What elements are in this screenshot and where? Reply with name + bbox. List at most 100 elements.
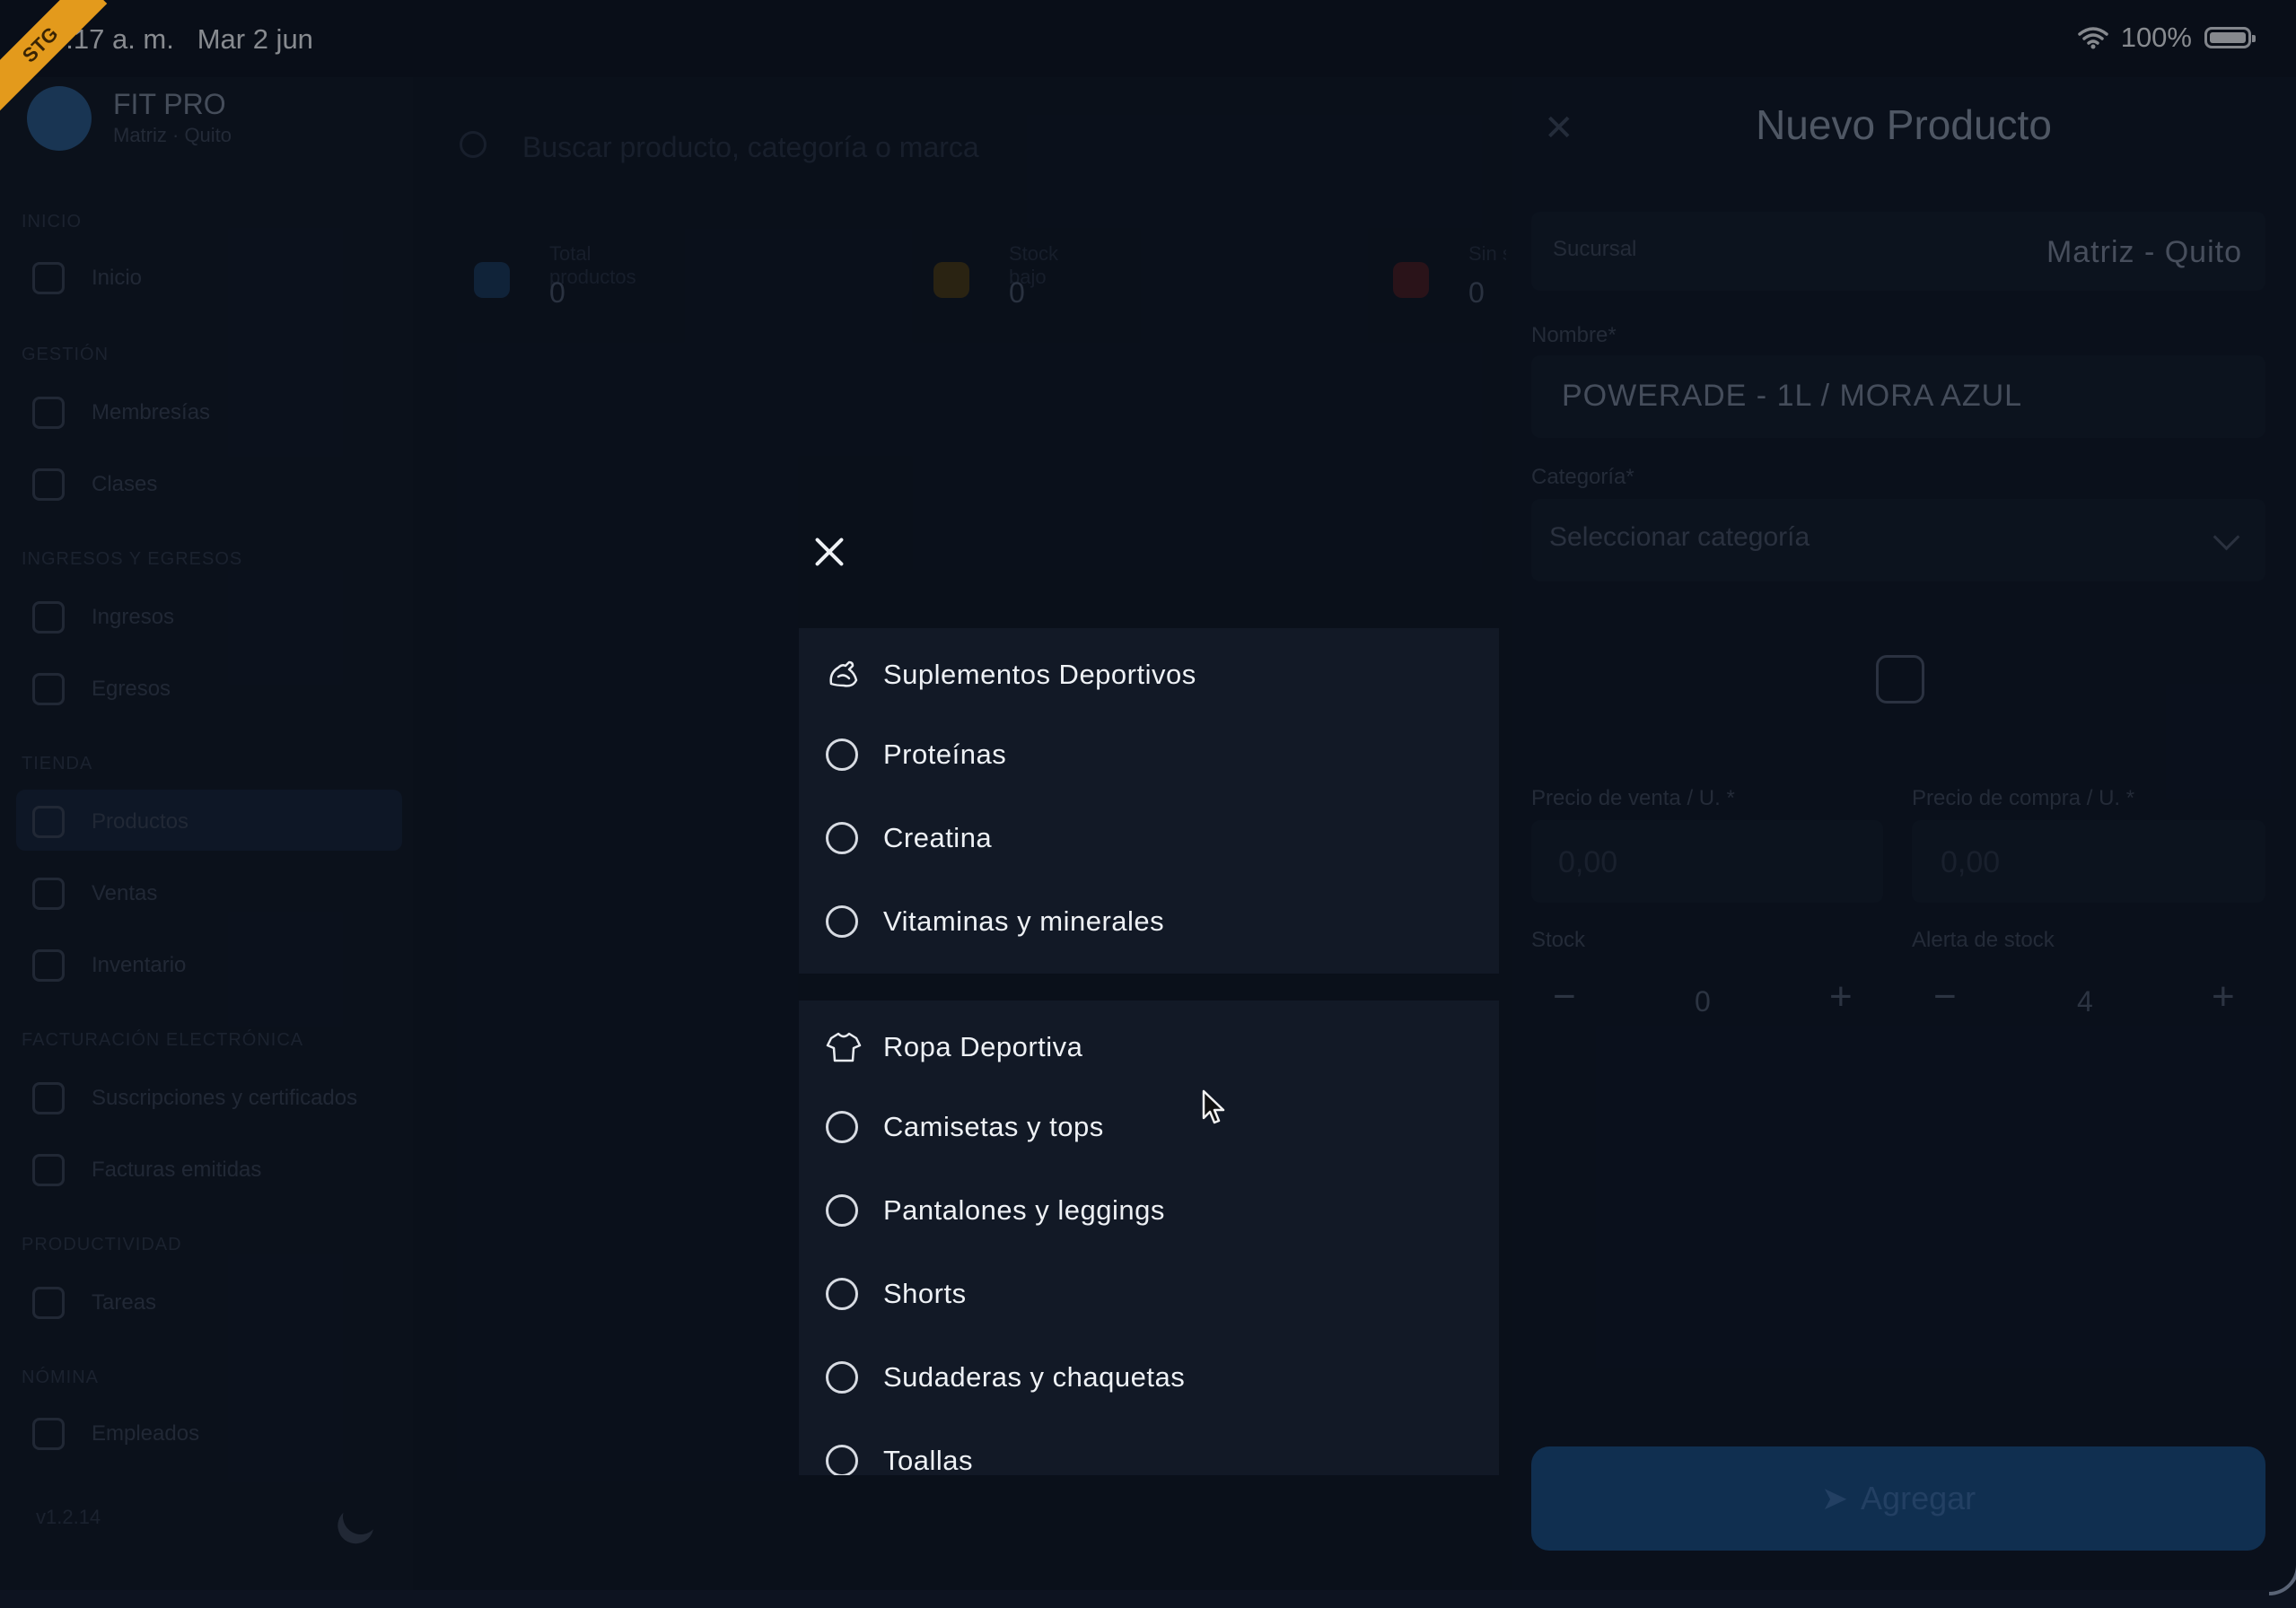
category-option[interactable]: Toallas (799, 1419, 1499, 1475)
sidebar-item-empleados[interactable]: Empleados (32, 1418, 199, 1450)
category-option-label: Camisetas y tops (883, 1110, 1104, 1142)
category-option[interactable]: Creatina (799, 796, 1499, 879)
category-option[interactable]: Pantalones y leggings (799, 1168, 1499, 1252)
alerta-stock-label: Alerta de stock (1912, 928, 2055, 952)
radio-unchecked-icon[interactable] (826, 1277, 858, 1310)
stat-value: 0 (1009, 276, 1025, 309)
shirt-icon (826, 1032, 862, 1062)
sidebar-item-label: Ingresos (92, 605, 175, 629)
stock-increment-button[interactable]: + (1829, 974, 1853, 1019)
radio-unchecked-icon[interactable] (826, 821, 858, 854)
sucursal-value: Matriz - Quito (2046, 235, 2242, 269)
category-option-label: Vitaminas y minerales (883, 904, 1165, 937)
sidebar-item-label: Clases (92, 472, 158, 496)
sidebar-item-label: Membresías (92, 400, 211, 424)
inventory-icon (32, 949, 65, 982)
dollar-icon (32, 601, 65, 634)
panel-title: Nuevo Producto (1756, 101, 2052, 148)
category-option[interactable]: Camisetas y tops (799, 1085, 1499, 1168)
alerta-decrement-button[interactable]: − (1933, 974, 1957, 1019)
sidebar-item-inventario[interactable]: Inventario (32, 949, 186, 982)
sidebar-item-egresos[interactable]: Egresos (32, 673, 171, 705)
radio-unchecked-icon[interactable] (826, 1444, 858, 1475)
employee-icon (32, 1418, 65, 1450)
cart-icon (32, 878, 65, 910)
stat-value: 0 (1468, 276, 1485, 309)
sidebar-item-tareas[interactable]: Tareas (32, 1287, 156, 1319)
app-logo (27, 86, 92, 151)
sidebar-item-ingresos[interactable]: Ingresos (32, 601, 174, 634)
stat-card-sin-stock: Sin stock 0 (1389, 226, 1506, 334)
signature-icon (32, 1082, 65, 1114)
sidebar-item-label: Ventas (92, 881, 158, 905)
agregar-button[interactable]: ➤ Agregar (1531, 1446, 2265, 1551)
precio-compra-label: Precio de compra / U. * (1912, 786, 2135, 810)
category-option-label: Proteínas (883, 738, 1007, 770)
category-option[interactable]: Proteínas (799, 712, 1499, 796)
precio-venta-label: Precio de venta / U. * (1531, 786, 1735, 810)
precio-venta-placeholder: 0,00 (1558, 845, 1618, 879)
close-modal-button[interactable] (810, 531, 851, 572)
tasks-icon (32, 1287, 65, 1319)
category-group-title: Suplementos Deportivos (883, 659, 1196, 690)
category-list[interactable]: Suplementos Deportivos Proteínas Creatin… (799, 628, 1499, 1475)
category-option-label: Sudaderas y chaquetas (883, 1360, 1186, 1393)
alerta-increment-button[interactable]: + (2212, 974, 2235, 1019)
precio-compra-placeholder: 0,00 (1941, 845, 2001, 879)
sidebar-item-facturas[interactable]: Facturas emitidas (32, 1154, 261, 1186)
sidebar-item-inicio[interactable]: Inicio (32, 262, 142, 294)
sidebar-item-label: Empleados (92, 1421, 200, 1446)
users-icon (32, 397, 65, 429)
category-group-suplementos: Suplementos Deportivos Proteínas Creatin… (799, 628, 1499, 974)
calendar-icon (32, 468, 65, 501)
sidebar-section-nomina: NÓMINA (22, 1368, 99, 1387)
sidebar-item-membresias[interactable]: Membresías (32, 397, 210, 429)
category-option[interactable]: Shorts (799, 1252, 1499, 1335)
nombre-value: POWERADE - 1L / MORA AZUL (1562, 379, 2023, 413)
sidebar-item-label: Tareas (92, 1290, 157, 1315)
alerta-stock-value: 4 (2077, 985, 2093, 1018)
stat-label: Sin stock (1468, 242, 1506, 265)
categoria-label: Categoría* (1531, 465, 1634, 489)
sidebar-item-clases[interactable]: Clases (32, 468, 157, 501)
category-option-label: Toallas (883, 1444, 973, 1476)
sidebar-section-inicio: INICIO (22, 212, 83, 232)
battery-icon (2204, 27, 2256, 48)
wifi-icon (2077, 27, 2108, 49)
sucursal-label: Sucursal (1553, 237, 1637, 261)
agregar-label: Agregar (1861, 1480, 1976, 1516)
category-group-ropa: Ropa Deportiva Camisetas y tops Pantalon… (799, 1001, 1499, 1475)
radio-unchecked-icon[interactable] (826, 1193, 858, 1227)
sidebar-item-suscripciones[interactable]: Suscripciones y certificados (32, 1082, 357, 1114)
app-name: FIT PRO (113, 88, 226, 120)
category-option[interactable]: Vitaminas y minerales (799, 879, 1499, 963)
category-option-label: Shorts (883, 1277, 967, 1309)
sidebar-item-label: Facturas emitidas (92, 1158, 262, 1182)
box-icon (32, 806, 65, 838)
radio-unchecked-icon[interactable] (826, 738, 858, 771)
app-version: v1.2.14 (36, 1506, 101, 1528)
category-option-label: Pantalones y leggings (883, 1193, 1165, 1226)
radio-unchecked-icon[interactable] (826, 1110, 858, 1143)
home-icon (32, 262, 65, 294)
category-option-label: Creatina (883, 821, 993, 853)
sidebar-section-ingresos-egresos: INGRESOS Y EGRESOS (22, 549, 243, 569)
sidebar-section-productividad: PRODUCTIVIDAD (22, 1235, 182, 1254)
sidebar-item-ventas[interactable]: Ventas (32, 878, 157, 910)
battery-percent: 100% (2120, 22, 2192, 53)
box-icon (474, 262, 510, 298)
radio-unchecked-icon[interactable] (826, 904, 858, 938)
stock-decrement-button[interactable]: − (1553, 974, 1576, 1019)
radio-unchecked-icon[interactable] (826, 1360, 858, 1394)
app-branch: Matriz · Quito (113, 124, 232, 146)
add-image-icon[interactable] (1876, 655, 1924, 704)
category-group-title: Ropa Deportiva (883, 1031, 1083, 1062)
status-time: 7:17 a. m. Mar 2 jun (50, 23, 313, 56)
search-input[interactable]: Buscar producto, categoría o marca (522, 131, 979, 164)
stat-value: 0 (549, 276, 565, 309)
sidebar-item-label: Egresos (92, 677, 171, 701)
sidebar-item-label: Suscripciones y certificados (92, 1086, 358, 1110)
sidebar-item-label: Productos (92, 809, 189, 834)
sidebar-item-productos[interactable]: Productos (32, 806, 188, 838)
category-option[interactable]: Sudaderas y chaquetas (799, 1335, 1499, 1419)
